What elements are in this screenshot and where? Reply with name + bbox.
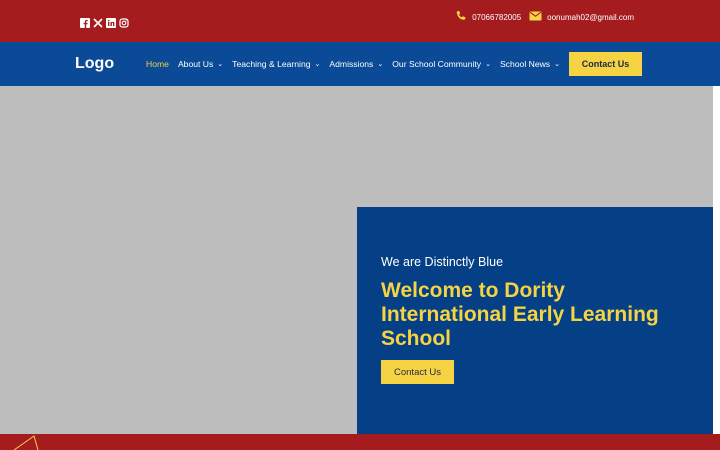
chevron-down-icon: ⌄ xyxy=(217,61,224,68)
phone-number: 07066782005 xyxy=(472,12,522,22)
nav-item-teaching-learning[interactable]: Teaching & Learning ⌄ xyxy=(232,59,320,69)
chevron-down-icon: ⌄ xyxy=(485,61,491,68)
nav-item-label: Admissions xyxy=(329,59,374,69)
hero-card: We are Distinctly Blue Welcome to Dority… xyxy=(357,207,713,434)
footer-band xyxy=(0,434,720,450)
nav-item-label: School News xyxy=(499,59,551,69)
chevron-down-icon: ⌄ xyxy=(554,61,560,68)
contact-info: 07066782005 oonumah02@gmail.com xyxy=(455,10,634,24)
facebook-icon[interactable] xyxy=(80,15,90,28)
email-contact[interactable]: oonumah02@gmail.com xyxy=(529,11,634,23)
social-links xyxy=(80,15,129,28)
x-twitter-icon[interactable] xyxy=(93,15,103,28)
nav-item-our-school-community[interactable]: Our School Community ⌄ xyxy=(392,59,491,69)
phone-contact[interactable]: 07066782005 xyxy=(455,10,521,24)
nav-item-label: About Us xyxy=(177,59,214,69)
main-navbar: Logo Home About Us ⌄ Teaching & Learning ⌄… xyxy=(0,42,720,86)
linkedin-icon[interactable] xyxy=(106,15,116,28)
nav-item-school-news[interactable]: School News ⌄ xyxy=(500,59,560,69)
site-logo[interactable]: Logo xyxy=(75,55,114,73)
instagram-icon[interactable] xyxy=(119,15,129,28)
nav-item-admissions[interactable]: Admissions ⌄ xyxy=(329,59,383,69)
top-bar: 07066782005 oonumah02@gmail.com xyxy=(0,0,720,42)
contact-us-button[interactable]: Contact Us xyxy=(569,52,642,76)
nav-item-home[interactable]: Home xyxy=(146,59,169,69)
chevron-down-icon: ⌄ xyxy=(314,61,321,68)
hero-headline: Welcome to Dority International Early Le… xyxy=(381,279,659,350)
nav-item-label: Our School Community xyxy=(392,59,482,69)
nav-item-about-us[interactable]: About Us ⌄ xyxy=(178,59,223,69)
hero-contact-us-button[interactable]: Contact Us xyxy=(381,360,454,384)
main-nav: Home About Us ⌄ Teaching & Learning ⌄ Admi… xyxy=(146,59,560,69)
nav-item-label: Home xyxy=(146,59,169,69)
envelope-icon xyxy=(529,11,542,23)
email-address: oonumah02@gmail.com xyxy=(547,12,634,22)
phone-icon xyxy=(455,10,467,24)
nav-item-label: Teaching & Learning xyxy=(232,59,311,69)
chevron-down-icon: ⌄ xyxy=(377,61,384,68)
decorative-triangle-icon xyxy=(13,435,39,450)
page-edge-strip xyxy=(713,86,720,434)
hero-kicker: We are Distinctly Blue xyxy=(381,255,504,269)
